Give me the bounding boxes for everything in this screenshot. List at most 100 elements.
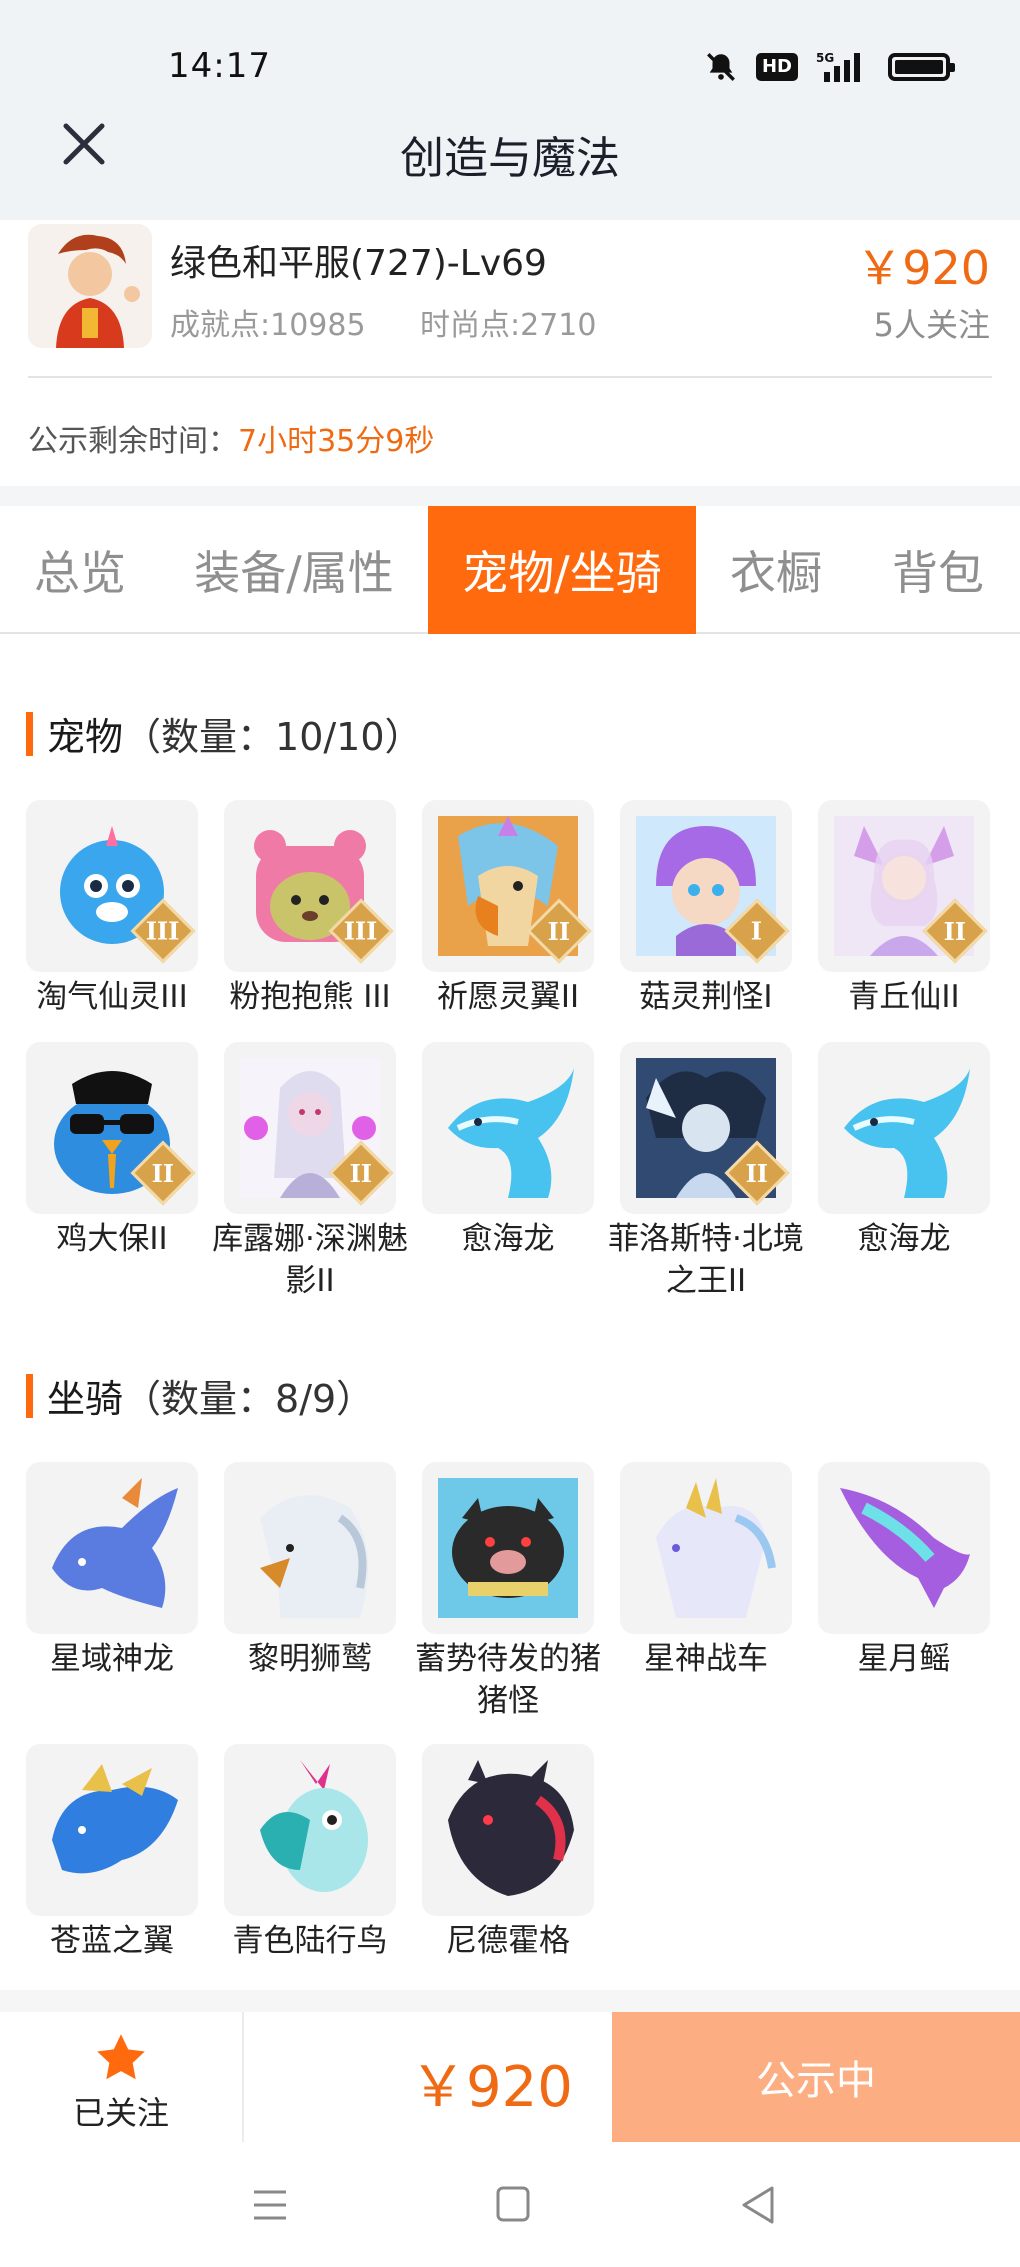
signal-5g-icon: 5G [816,50,870,84]
mount-item[interactable]: 青色陆行鸟 [224,1744,396,1962]
pet-name: 青丘仙II [848,979,960,1015]
pet-thumb: II [620,1042,792,1214]
hd-icon: HD [755,53,798,81]
page-title: 创造与魔法 [400,133,620,184]
top-area: 14:17 HD 5G 创造与魔法 [0,0,1020,220]
divider [242,2012,244,2142]
countdown-value: 7小时35分9秒 [238,424,435,459]
mount-thumb [26,1462,198,1634]
back-icon [742,2186,774,2224]
item-price: ￥920 [856,241,990,295]
action-bar: 已关注 ￥920 公示中 [0,2012,1020,2142]
bell-muted-icon [704,50,738,84]
mounts-section-title: 坐骑 （数量：8/9） [26,1368,374,1423]
mount-item[interactable]: 蓄势待发的猪猪怪 [415,1462,601,1722]
mount-name: 苍蓝之翼 [50,1923,174,1959]
item-card: 绿色和平服(727)-Lv69 成就点:10985 时尚点:2710 ￥920 … [0,220,1020,500]
section-gap [0,486,1020,506]
mount-thumb [422,1744,594,1916]
mount-name: 星域神龙 [50,1641,174,1677]
item-name: 绿色和平服(727)-Lv69 [170,243,547,284]
tab-equipment[interactable]: 装备/属性 [160,506,428,634]
pet-item[interactable]: I 菇灵荆怪I [620,800,792,1018]
battery-icon [888,53,955,81]
pet-thumb: III [224,800,396,972]
mount-name: 黎明狮鹫 [248,1641,372,1677]
pet-item[interactable]: II 菲洛斯特·北境之王II [608,1042,804,1302]
mount-name: 蓄势待发的猪猪怪 [415,1641,601,1719]
pet-name: 菲洛斯特·北境之王II [608,1221,804,1299]
status-icons: HD 5G [704,50,955,84]
tab-pets-mounts[interactable]: 宠物/坐骑 [428,506,696,634]
tab-backpack[interactable]: 背包 [856,506,1020,634]
pet-thumb: III [26,800,198,972]
pet-item[interactable]: II 祈愿灵翼II [422,800,594,1018]
pet-name: 祈愿灵翼II [436,979,580,1015]
pet-name: 库露娜·深渊魅影II [212,1221,408,1299]
mounts-title: 坐骑 [47,1377,124,1421]
tab-bar: 总览 装备/属性 宠物/坐骑 衣橱 背包 [0,506,1020,634]
mount-item[interactable]: 星月鳐 [818,1462,990,1680]
mount-item[interactable]: 苍蓝之翼 [26,1744,198,1962]
accent-bar [26,711,33,756]
mount-item[interactable]: 尼德霍格 [422,1744,594,1962]
achievement-points: 成就点:10985 [170,308,366,343]
follow-button[interactable]: 已关注 [0,2012,242,2142]
pet-item[interactable]: III 淘气仙灵III [26,800,198,1018]
mount-item[interactable]: 星域神龙 [26,1462,198,1680]
follow-label: 已关注 [72,2094,169,2132]
countdown: 公示剩余时间：7小时35分9秒 [28,416,434,460]
pet-item[interactable]: II 库露娜·深渊魅影II [212,1042,408,1302]
mount-thumb [422,1462,594,1634]
pet-name: 愈海龙 [461,1221,555,1257]
back-button[interactable] [728,2180,788,2230]
mount-thumb [224,1462,396,1634]
mount-name: 星月鳐 [857,1641,951,1677]
pets-title: 宠物 [47,715,124,759]
status-time: 14:17 [168,46,271,86]
pets-section-title: 宠物 （数量：10/10） [26,706,423,761]
pet-item[interactable]: 愈海龙 [818,1042,990,1260]
pet-name: 鸡大保II [56,1221,168,1257]
mount-name: 青色陆行鸟 [232,1923,388,1959]
divider [28,376,992,378]
mount-name: 尼德霍格 [446,1923,570,1959]
mount-item[interactable]: 黎明狮鹫 [224,1462,396,1680]
mount-thumb [26,1744,198,1916]
pet-item[interactable]: 愈海龙 [422,1042,594,1260]
tab-overview[interactable]: 总览 [0,506,160,634]
publicity-status-button[interactable]: 公示中 [612,2012,1020,2142]
tab-wardrobe[interactable]: 衣橱 [696,506,856,634]
mounts-count: （数量：8/9） [123,1377,375,1421]
system-nav-bar [0,2142,1020,2267]
section-gap [0,1990,1020,2012]
follower-count: 5人关注 [873,306,990,344]
mount-thumb [620,1462,792,1634]
mount-item[interactable]: 星神战车 [620,1462,792,1680]
pet-thumb: I [620,800,792,972]
pet-item[interactable]: II 青丘仙II [818,800,990,1018]
pet-item[interactable]: II 鸡大保II [26,1042,198,1260]
pet-thumb [422,1042,594,1214]
pet-item[interactable]: III 粉抱抱熊 III [224,800,396,1018]
menu-icon [254,2190,286,2220]
home-button[interactable] [483,2180,543,2230]
mount-name: 星神战车 [644,1641,768,1677]
accent-bar [26,1373,33,1418]
mount-thumb [224,1744,396,1916]
pet-thumb: II [26,1042,198,1214]
avatar [28,224,152,348]
star-icon [97,2034,145,2080]
home-icon [496,2186,530,2222]
pets-count: （数量：10/10） [123,715,423,759]
pet-thumb: II [422,800,594,972]
pet-name: 粉抱抱熊 III [229,979,391,1015]
fashion-points: 时尚点:2710 [420,308,597,343]
pet-thumb: II [818,800,990,972]
menu-button[interactable] [240,2180,300,2230]
pet-thumb [818,1042,990,1214]
pet-name: 菇灵荆怪I [639,979,773,1015]
pet-thumb: II [224,1042,396,1214]
pet-name: 淘气仙灵III [36,979,188,1015]
countdown-label: 公示剩余时间： [28,424,238,459]
